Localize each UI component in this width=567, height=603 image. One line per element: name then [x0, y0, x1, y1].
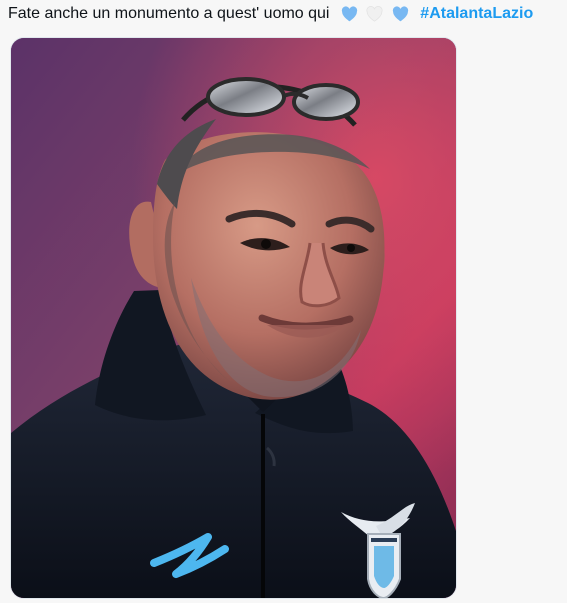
white-heart-icon	[366, 6, 383, 22]
tweet-text: Fate anche un monumento a quest' uomo qu…	[8, 4, 559, 24]
coach-photo[interactable]	[11, 38, 456, 598]
tweet-media-card[interactable]	[10, 37, 457, 599]
light-blue-heart-icon	[341, 6, 358, 22]
light-blue-heart-icon	[392, 6, 408, 22]
tweet-main-text: Fate anche un monumento a quest' uomo qu…	[8, 5, 330, 22]
heart-emojis	[340, 5, 412, 26]
hashtag-link[interactable]: #AtalantaLazio	[420, 5, 533, 22]
